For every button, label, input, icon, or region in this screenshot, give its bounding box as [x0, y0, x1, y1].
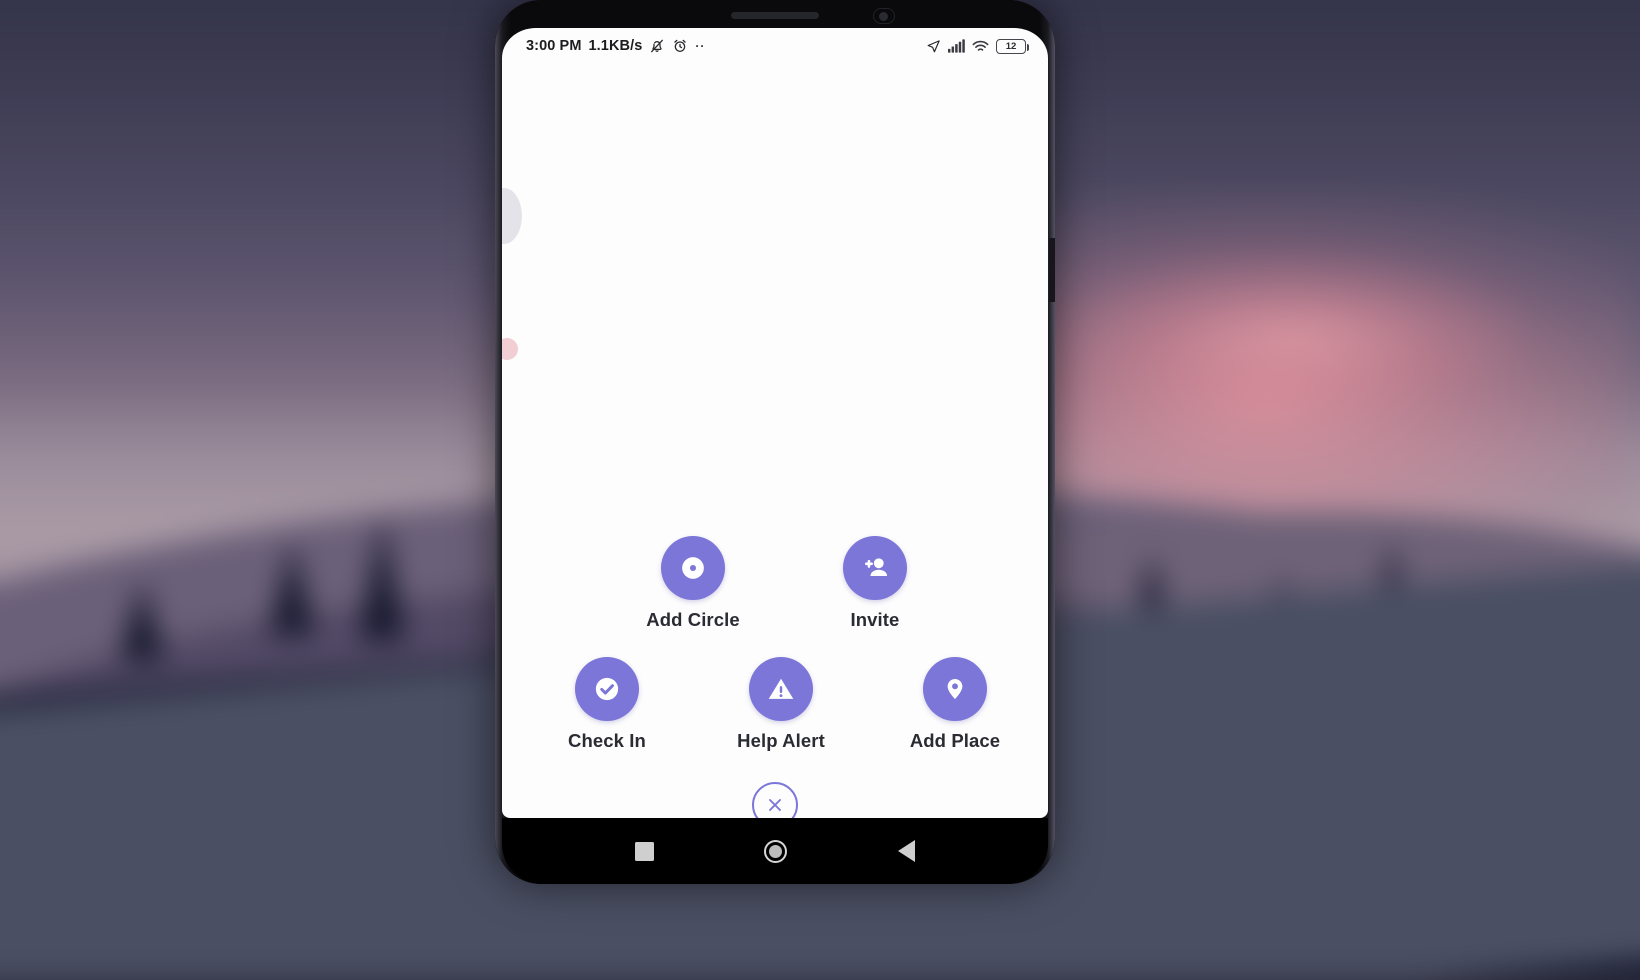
action-label: Add Circle: [646, 609, 740, 631]
earpiece-speaker-icon: [731, 12, 819, 19]
action-row-top: Add Circle Invite: [502, 536, 1048, 631]
screen-artifact: [502, 338, 518, 360]
close-button-wrapper: [502, 782, 1048, 818]
front-camera-icon: [873, 8, 895, 24]
wallpaper-tree: [360, 515, 404, 640]
back-triangle-icon[interactable]: [898, 840, 915, 862]
action-check-in[interactable]: Check In: [548, 657, 666, 752]
action-row-bottom: Check In Help Alert: [502, 657, 1048, 752]
close-x-icon: [765, 795, 785, 815]
phone-top-bezel: [495, 0, 1055, 28]
battery-icon: 12: [996, 39, 1026, 54]
action-label: Invite: [851, 609, 900, 631]
action-add-circle[interactable]: Add Circle: [634, 536, 752, 631]
cellular-signal-icon: [948, 39, 965, 53]
android-navigation-bar: [502, 818, 1048, 884]
screen-artifact: [502, 188, 522, 244]
action-label: Help Alert: [737, 730, 825, 752]
phone-screen: 3:00 PM 1.1KB/s: [502, 28, 1048, 818]
wallpaper-tree: [270, 540, 314, 635]
power-button[interactable]: [1049, 238, 1055, 302]
phone-device: 3:00 PM 1.1KB/s: [495, 0, 1055, 884]
check-circle-icon: [575, 657, 639, 721]
battery-level: 12: [1006, 41, 1017, 52]
action-help-alert[interactable]: Help Alert: [722, 657, 840, 752]
status-network-speed: 1.1KB/s: [589, 38, 643, 54]
person-add-icon: [843, 536, 907, 600]
wifi-icon: [972, 40, 989, 53]
status-clock: 3:00 PM: [526, 38, 582, 54]
home-circle-icon[interactable]: [764, 840, 787, 863]
bell-off-icon: [649, 38, 665, 54]
phone-body: 3:00 PM 1.1KB/s: [495, 0, 1055, 884]
map-pin-icon: [923, 657, 987, 721]
warning-triangle-icon: [749, 657, 813, 721]
status-bar-right: 12: [926, 39, 1026, 54]
recents-square-icon[interactable]: [635, 842, 654, 861]
wallpaper-tree: [120, 580, 164, 660]
circle-target-icon: [661, 536, 725, 600]
location-arrow-icon: [926, 39, 941, 54]
action-label: Check In: [568, 730, 646, 752]
action-invite[interactable]: Invite: [816, 536, 934, 631]
alarm-clock-icon: [672, 38, 688, 54]
wallpaper-sunset-core: [1066, 252, 1524, 418]
action-menu: Add Circle Invite: [502, 536, 1048, 818]
action-label: Add Place: [910, 730, 1000, 752]
close-menu-button[interactable]: [752, 782, 798, 818]
status-bar: 3:00 PM 1.1KB/s: [502, 28, 1048, 64]
action-add-place[interactable]: Add Place: [896, 657, 1014, 752]
status-overflow-dots: ··: [695, 40, 705, 52]
status-bar-left: 3:00 PM 1.1KB/s: [526, 38, 705, 54]
